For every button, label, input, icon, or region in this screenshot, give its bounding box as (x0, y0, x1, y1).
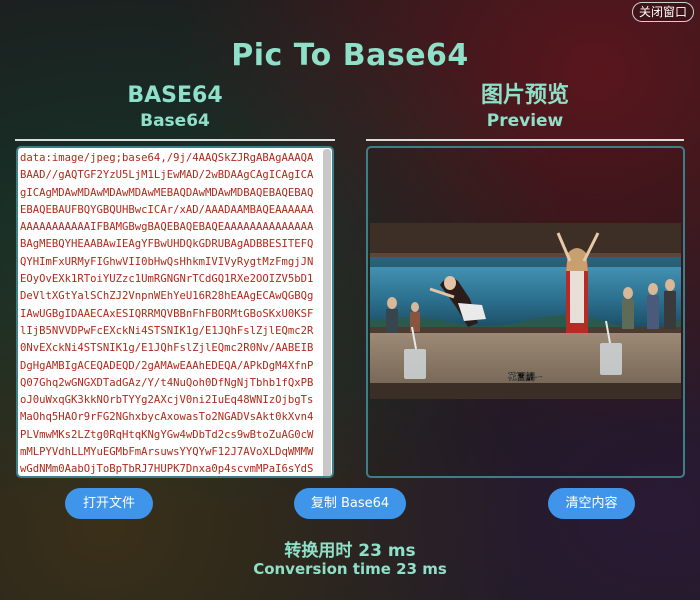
preview-heading-en: Preview (486, 111, 564, 131)
image-preview-panel: 花園鯛~ (366, 146, 685, 478)
app-title: Pic To Base64 (231, 38, 469, 73)
base64-scrollbar-thumb[interactable] (323, 149, 331, 476)
copy-base64-button[interactable]: 复制 Base64 (294, 488, 406, 519)
base64-text[interactable]: data:image/jpeg;base64,/9j/4AAQSkZJRgABA… (18, 148, 320, 476)
conversion-time-zh: 转换用时 23 ms (284, 541, 416, 561)
base64-textarea[interactable]: data:image/jpeg;base64,/9j/4AAQSkZJRgABA… (16, 146, 334, 478)
preview-caption: 花園鯛~ (508, 371, 543, 383)
base64-scrollbar[interactable] (323, 149, 331, 476)
preview-image: 花園鯛~ (370, 223, 681, 399)
base64-divider (15, 139, 335, 141)
conversion-time-en: Conversion time 23 ms (253, 560, 447, 578)
open-file-button[interactable]: 打开文件 (65, 488, 153, 519)
base64-heading-zh: BASE64 (127, 83, 223, 108)
close-window-button[interactable]: 关闭窗口 (631, 2, 694, 22)
preview-divider (366, 139, 684, 141)
preview-heading-zh: 图片预览 (480, 83, 569, 108)
base64-heading-en: Base64 (140, 111, 210, 131)
base64-heading: BASE64 Base64 (15, 82, 335, 132)
preview-heading: 图片预览 Preview (365, 82, 685, 132)
clear-content-button[interactable]: 清空内容 (548, 488, 635, 519)
